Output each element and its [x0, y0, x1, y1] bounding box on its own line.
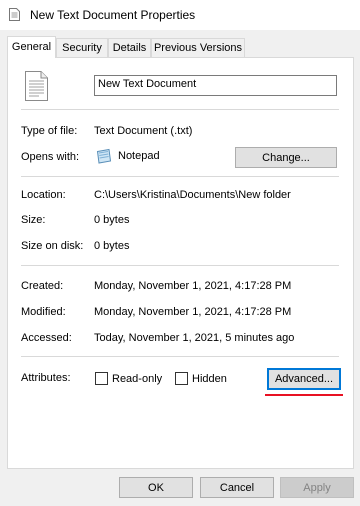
hidden-checkbox[interactable]: [175, 372, 188, 385]
highlight-underline: [265, 394, 343, 396]
modified-value: Monday, November 1, 2021, 4:17:28 PM: [94, 306, 292, 318]
size-on-disk-label: Size on disk:: [21, 240, 84, 252]
separator: [21, 109, 339, 110]
attributes-label: Attributes:: [21, 372, 71, 384]
modified-label: Modified:: [21, 306, 66, 318]
location-value: C:\Users\Kristina\Documents\New folder: [94, 189, 291, 201]
accessed-label: Accessed:: [21, 332, 72, 344]
advanced-button[interactable]: Advanced...: [267, 368, 341, 390]
read-only-checkbox[interactable]: [95, 372, 108, 385]
separator: [21, 356, 339, 357]
separator: [21, 176, 339, 177]
general-tab-panel: New Text Document Type of file: Text Doc…: [7, 57, 354, 469]
change-button[interactable]: Change...: [235, 147, 337, 168]
read-only-label[interactable]: Read-only: [112, 373, 162, 385]
apply-button[interactable]: Apply: [280, 477, 354, 498]
size-on-disk-value: 0 bytes: [94, 240, 130, 252]
tab-details[interactable]: Details: [108, 38, 151, 57]
hidden-label[interactable]: Hidden: [192, 373, 227, 385]
document-icon: [25, 71, 48, 101]
tab-security[interactable]: Security: [56, 38, 108, 57]
opens-with-value: Notepad: [118, 150, 160, 162]
type-of-file-label: Type of file:: [21, 125, 78, 137]
type-of-file-value: Text Document (.txt): [94, 125, 193, 137]
tab-general[interactable]: General: [7, 36, 56, 58]
tab-previous-versions[interactable]: Previous Versions: [151, 38, 245, 57]
ok-button[interactable]: OK: [119, 477, 193, 498]
created-value: Monday, November 1, 2021, 4:17:28 PM: [94, 280, 292, 292]
cancel-button[interactable]: Cancel: [200, 477, 274, 498]
separator: [21, 265, 339, 266]
size-label: Size:: [21, 214, 46, 226]
created-label: Created:: [21, 280, 64, 292]
window-title: New Text Document Properties: [30, 8, 196, 22]
accessed-value: Today, November 1, 2021, 5 minutes ago: [94, 332, 295, 344]
file-name-input[interactable]: New Text Document: [94, 75, 337, 96]
text-file-icon: [9, 8, 20, 21]
size-value: 0 bytes: [94, 214, 130, 226]
location-label: Location:: [21, 189, 66, 201]
title-bar: New Text Document Properties: [0, 0, 360, 30]
notepad-icon: [96, 148, 112, 164]
opens-with-label: Opens with:: [21, 151, 80, 163]
